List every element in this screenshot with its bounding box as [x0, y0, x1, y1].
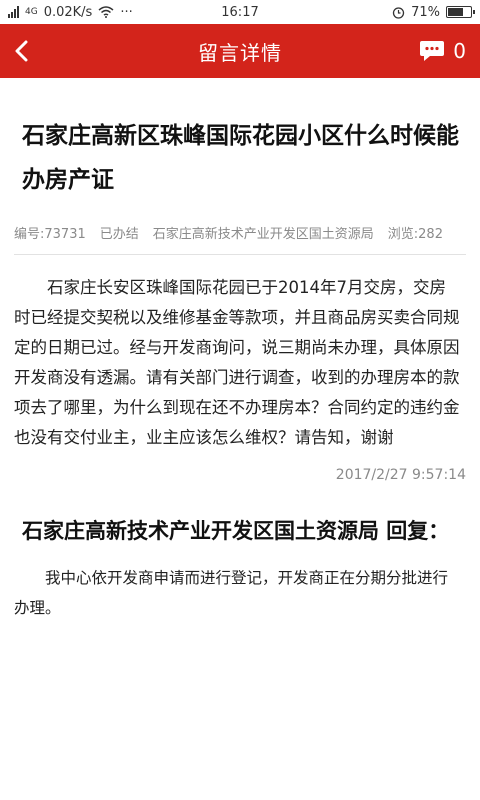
battery-icon [446, 6, 475, 18]
reply-title: 石家庄高新技术产业开发区国土资源局 回复： [22, 519, 450, 543]
message-timestamp: 2017/2/27 9:57:14 [335, 467, 466, 483]
status-left: 4G 0.02K/s ··· [8, 5, 133, 20]
battery-percent: 71% [411, 4, 440, 20]
network-speed: 0.02K/s [43, 4, 93, 20]
message-detail: 石家庄高新区珠峰国际花园小区什么时候能办房产证 编号:73731 已办结 石家庄… [0, 78, 480, 623]
reply-body: 我中心依开发商申请而进行登记，开发商正在分期分批进行办理。 [14, 569, 449, 617]
more-indicator: ··· [120, 4, 133, 20]
comment-icon [420, 41, 445, 61]
alarm-icon [392, 6, 405, 19]
back-button[interactable] [14, 33, 50, 69]
message-title: 石家庄高新区珠峰国际花园小区什么时候能办房产证 [22, 123, 459, 193]
divider [14, 254, 466, 255]
page-title: 留言详情 [198, 40, 282, 65]
signal-icon [8, 6, 19, 18]
view-count: 浏览:282 [387, 227, 443, 242]
network-type: 4G [25, 7, 38, 17]
department-name: 石家庄高新技术产业开发区国土资源局 [152, 227, 374, 242]
comment-count: 0 [453, 39, 466, 63]
battery-fill [448, 8, 463, 16]
chevron-left-icon [15, 40, 28, 62]
wifi-icon [98, 6, 114, 18]
app-header: 留言详情 0 [0, 24, 480, 78]
comments-button[interactable]: 0 [419, 39, 466, 63]
status-bar: 4G 0.02K/s ··· 16:17 71% [0, 0, 480, 24]
status-right: 71% [392, 4, 475, 20]
message-meta: 编号:73731 已办结 石家庄高新技术产业开发区国土资源局 浏览:282 [14, 224, 466, 246]
status-badge: 已办结 [99, 227, 139, 242]
message-number: 编号:73731 [14, 227, 86, 242]
message-body: 石家庄长安区珠峰国际花园已于2014年7月交房，交房时已经提交契税以及维修基金等… [14, 278, 460, 447]
